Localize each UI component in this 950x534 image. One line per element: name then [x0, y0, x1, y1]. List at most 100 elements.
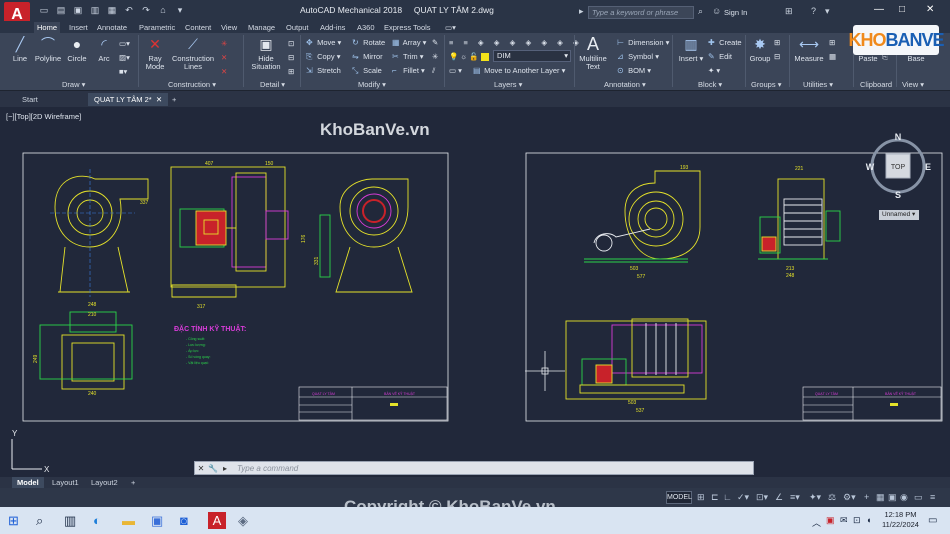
construction-panel-title[interactable]: Construction ▾ — [168, 80, 216, 89]
sign-in-button[interactable]: Sign In — [724, 8, 747, 17]
undo-icon[interactable]: ↶ — [122, 3, 136, 17]
annotation-monitor-icon[interactable]: + — [864, 492, 869, 502]
tray-network-icon[interactable]: ⊡ — [853, 515, 861, 526]
command-line[interactable]: ✕ 🔧 ▸ Type a command — [194, 461, 754, 475]
save-as-icon[interactable]: ▥ — [88, 3, 102, 17]
mirror-tool[interactable]: ⇋ Mirror — [352, 52, 383, 61]
clean-screen-icon[interactable]: ▭ — [914, 492, 923, 503]
plot-icon[interactable]: ▦ — [105, 3, 119, 17]
group-tool[interactable]: ✸ Group — [748, 35, 772, 63]
search-expand-icon[interactable]: ▸ — [579, 6, 584, 17]
modify-panel-title[interactable]: Modify ▾ — [358, 80, 386, 89]
workspace-icon[interactable]: ⌂ — [156, 3, 170, 17]
close-icon[interactable]: ✕ — [926, 4, 934, 15]
group-edit-icon[interactable]: ⊟ — [774, 52, 780, 61]
ray-mode-tool[interactable]: ✕ Ray Mode — [141, 35, 169, 71]
hide-situation-tool[interactable]: ▣ Hide Situation — [248, 35, 284, 71]
customize-chevron-icon[interactable]: ▾ — [173, 3, 187, 17]
xline-delete-icon[interactable]: ✕ — [221, 53, 227, 62]
search-icon[interactable]: ⌕ — [698, 6, 703, 17]
app-taskbar-icon[interactable]: ◈ — [238, 513, 248, 529]
compass-north[interactable]: N — [895, 132, 902, 142]
tray-chevron-icon[interactable]: ︿ — [812, 516, 821, 529]
open-file-icon[interactable]: ▤ — [54, 3, 68, 17]
store-icon[interactable]: ▣ — [151, 513, 163, 529]
clipboard-panel-title[interactable]: Clipboard — [860, 80, 892, 89]
save-icon[interactable]: ▣ — [71, 3, 85, 17]
layout-tab-1[interactable]: Layout1 — [47, 477, 84, 488]
compass-west[interactable]: W — [866, 162, 875, 172]
tab-insert[interactable]: Insert — [66, 22, 91, 33]
help-dropdown-icon[interactable]: ▾ — [825, 6, 830, 17]
multiline-text-tool[interactable]: A Multiline Text — [577, 35, 609, 71]
polar-icon[interactable]: ✓▾ — [737, 492, 749, 503]
minimize-icon[interactable]: — — [874, 4, 884, 15]
help-icon[interactable]: ? — [811, 6, 816, 16]
command-prompt-icon[interactable]: ▸ — [219, 464, 231, 473]
tab-express-tools[interactable]: Express Tools — [381, 22, 434, 33]
xline-icon[interactable]: ✳ — [221, 39, 227, 48]
offset-icon[interactable]: ⫽ — [432, 66, 435, 76]
close-tab-icon[interactable]: ✕ — [156, 95, 162, 104]
customize-status-icon[interactable]: ≡ — [930, 492, 935, 502]
detail-tool-1-icon[interactable]: ⊡ — [288, 39, 294, 48]
compass-south[interactable]: S — [895, 190, 901, 200]
lineweight-icon[interactable]: ≡▾ — [790, 492, 800, 503]
move-tool[interactable]: ✥ Move ▾ — [306, 38, 341, 47]
help-search-input[interactable]: Type a keyword or phrase — [588, 6, 694, 19]
circle-tool[interactable]: ● Circle — [64, 35, 90, 63]
layout-tab-2[interactable]: Layout2 — [86, 477, 123, 488]
tab-a360[interactable]: A360 — [354, 22, 378, 33]
xline-trim-icon[interactable]: ✕ — [221, 67, 227, 76]
user-icon[interactable]: ☺ — [712, 6, 721, 16]
new-tab-button[interactable]: + — [166, 93, 182, 106]
create-block-tool[interactable]: ✚ Create — [708, 38, 742, 47]
layer-dropdown[interactable]: DIM ▾ — [493, 50, 571, 62]
utility-1-icon[interactable]: ⊞ — [829, 38, 835, 47]
utilities-panel-title[interactable]: Utilities ▾ — [803, 80, 833, 89]
task-view-icon[interactable]: ▥ — [64, 513, 76, 529]
draw-panel-title[interactable]: Draw ▾ — [62, 80, 85, 89]
rotate-tool[interactable]: ↻ Rotate — [352, 38, 385, 47]
detail-panel-title[interactable]: Detail ▾ — [260, 80, 285, 89]
snap-icon[interactable]: ⊏ — [711, 492, 719, 503]
layers-panel-title[interactable]: Layers ▾ — [494, 80, 522, 89]
region-icon[interactable]: ■▾ — [119, 67, 127, 76]
tab-manage[interactable]: Manage — [245, 22, 278, 33]
tab-add-ins[interactable]: Add-ins — [317, 22, 348, 33]
layout-tab-model[interactable]: Model — [12, 477, 44, 488]
detail-tool-2-icon[interactable]: ⊟ — [288, 53, 294, 62]
annotation-scale-icon[interactable]: ⚖ — [828, 492, 836, 503]
block-panel-title[interactable]: Block ▾ — [698, 80, 722, 89]
edit-block-tool[interactable]: ✎ Edit — [708, 52, 732, 61]
taskbar-search-icon[interactable]: ⌕ — [36, 513, 43, 529]
customize-command-icon[interactable]: 🔧 — [207, 464, 219, 473]
maximize-icon[interactable]: □ — [899, 4, 905, 15]
layer-state-icons[interactable]: 💡 ☼ 🔓 — [449, 52, 489, 62]
new-file-icon[interactable]: ▭ — [37, 3, 51, 17]
ortho-icon[interactable]: ∟ — [723, 492, 732, 502]
tray-mail-icon[interactable]: ✉ — [840, 515, 848, 526]
array-tool[interactable]: ▦ Array ▾ — [392, 38, 426, 47]
utility-2-icon[interactable]: ▦ — [829, 52, 836, 61]
copy-tool[interactable]: ⎘ Copy ▾ — [306, 52, 340, 62]
close-command-icon[interactable]: ✕ — [195, 464, 207, 473]
scale-tool[interactable]: ⤡ Scale — [352, 66, 382, 76]
osnap-icon[interactable]: ⊡▾ — [756, 492, 768, 503]
view-panel-title[interactable]: View ▾ — [902, 80, 924, 89]
selection-icon[interactable]: ✦▾ — [809, 492, 821, 503]
file-tab-current[interactable]: QUAT LY TÂM 2* ✕ — [88, 93, 169, 106]
tray-app-icon[interactable]: ▣ — [826, 515, 835, 526]
add-layout-button[interactable]: + — [126, 477, 140, 488]
units-icon[interactable]: ▦ — [876, 492, 885, 503]
arc-tool[interactable]: ◜ Arc — [92, 35, 116, 63]
rectangle-icon[interactable]: ▭▾ — [119, 39, 130, 48]
insert-block-tool[interactable]: ▥ Insert ▾ — [677, 35, 705, 63]
construction-lines-tool[interactable]: ⟋ Construction Lines — [170, 35, 216, 71]
bom-tool[interactable]: ⊙ BOM ▾ — [617, 66, 651, 75]
file-tab-start[interactable]: Start — [16, 93, 44, 106]
symbol-tool[interactable]: ⊿ Symbol ▾ — [617, 52, 659, 61]
grid-icon[interactable]: ⊞ — [697, 492, 705, 503]
explode-icon[interactable]: ✳ — [432, 52, 438, 61]
viewcube-face[interactable]: TOP — [891, 164, 906, 171]
